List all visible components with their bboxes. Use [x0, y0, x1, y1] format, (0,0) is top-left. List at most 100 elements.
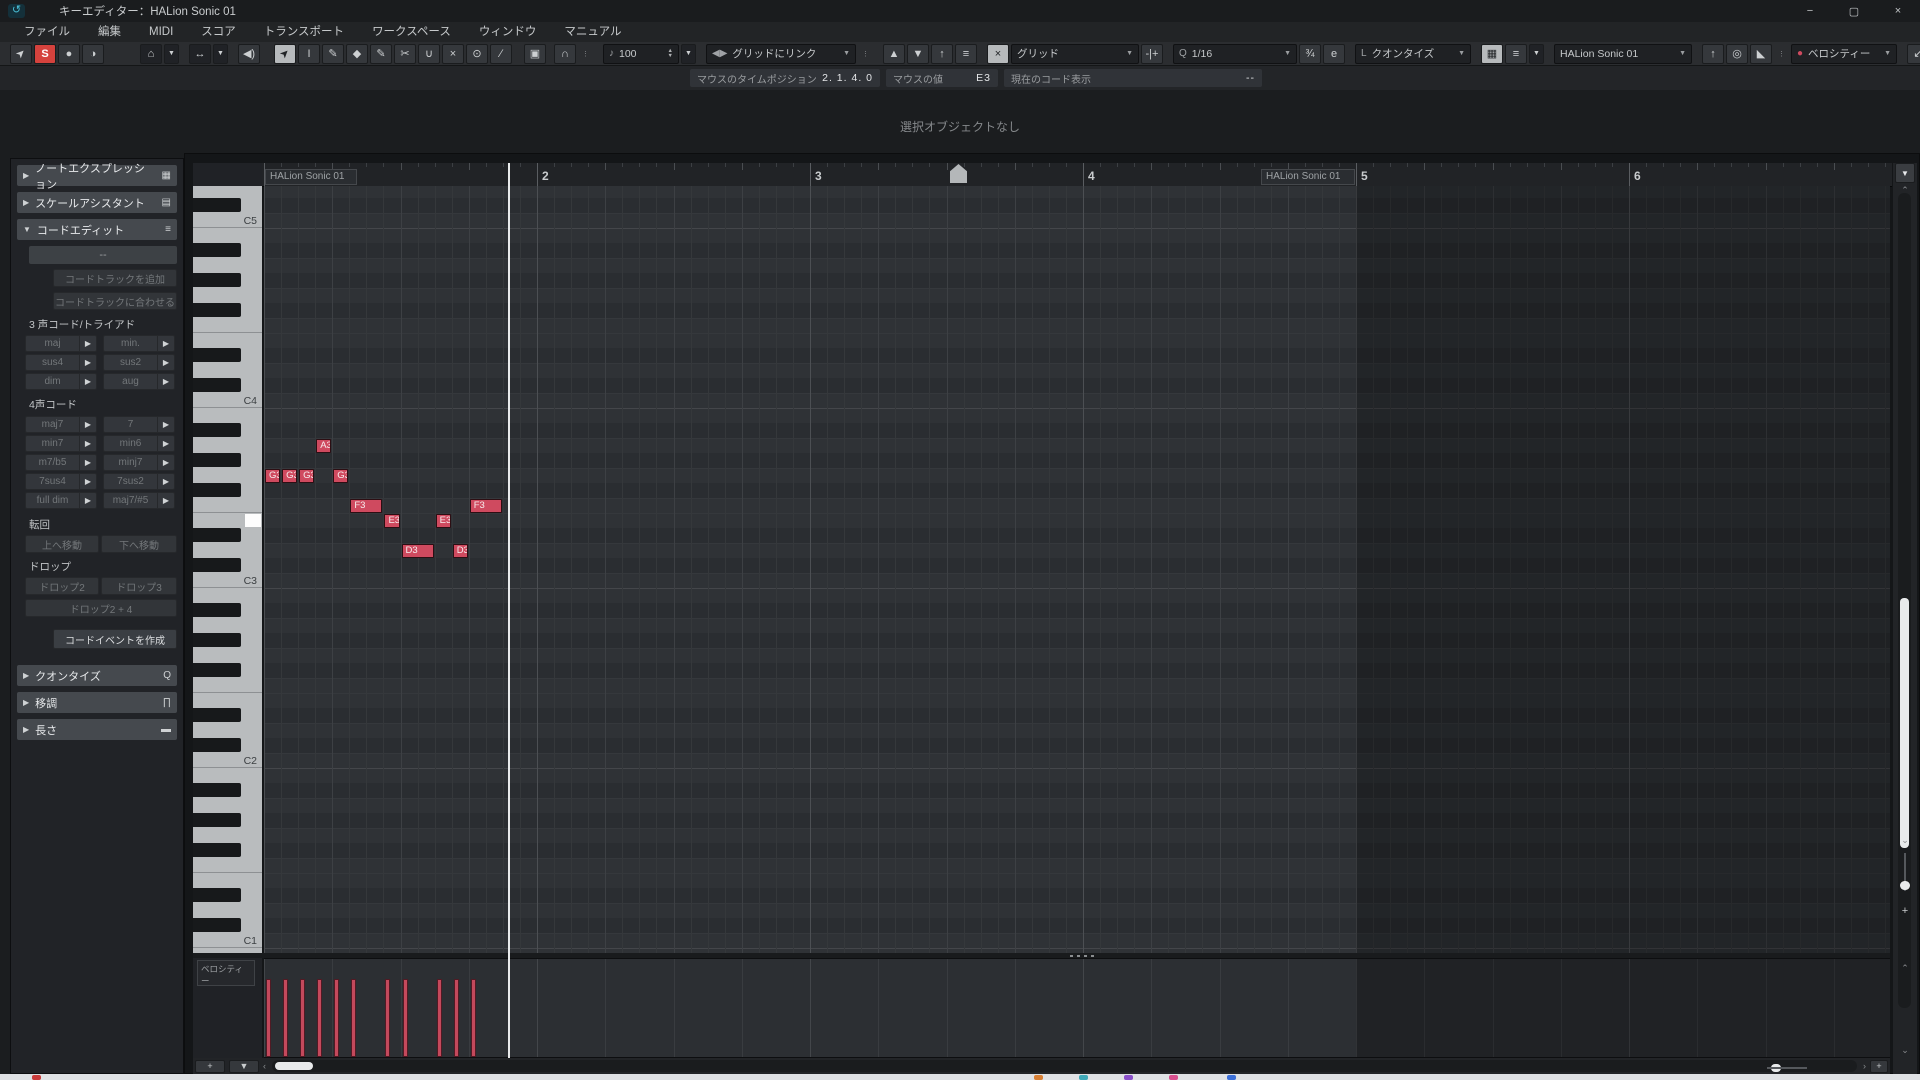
- piano-key-row[interactable]: [193, 483, 262, 498]
- black-key[interactable]: [193, 243, 241, 257]
- piano-key-row[interactable]: [193, 918, 262, 933]
- vertical-zoom-in-button[interactable]: +: [1893, 905, 1917, 917]
- velocity-bar-5[interactable]: [351, 979, 356, 1057]
- mute-tool[interactable]: ×: [442, 44, 464, 64]
- midi-note-G3-0[interactable]: G3: [265, 469, 280, 483]
- acoustic-feedback-button[interactable]: ◑: [82, 44, 104, 64]
- input-options-dots[interactable]: ⋮: [1774, 44, 1789, 64]
- menu-1[interactable]: ファイル: [10, 22, 84, 42]
- inspector-header-1[interactable]: ▶ノートエクスプレッション▦: [17, 165, 177, 186]
- menu-6[interactable]: ワークスペース: [358, 22, 465, 42]
- velocity-bar-10[interactable]: [471, 979, 476, 1057]
- play-chord-icon[interactable]: ▶: [157, 355, 174, 370]
- piano-key-row[interactable]: [193, 303, 262, 318]
- minimize-button[interactable]: −: [1788, 0, 1832, 22]
- divider-grip-icon[interactable]: [1070, 955, 1096, 957]
- step-input-button[interactable]: ↑: [1702, 44, 1724, 64]
- black-key[interactable]: [193, 303, 241, 317]
- play-chord-icon[interactable]: ▶: [157, 474, 174, 489]
- insert-velocity-combo-spinner-icon[interactable]: ▲▼: [668, 49, 673, 59]
- speaker-button[interactable]: ◀): [238, 44, 260, 64]
- insert-velocity-combo[interactable]: ♪100▲▼: [603, 44, 679, 64]
- autoscroll-button[interactable]: ↔: [189, 44, 211, 64]
- grid-display-button[interactable]: -|+: [1141, 44, 1163, 64]
- lane-scroll-down-icon[interactable]: ⌄: [1893, 1045, 1917, 1056]
- part-name-tag-end[interactable]: HALion Sonic 01: [1261, 169, 1355, 185]
- controller-lane-label[interactable]: ベロシティー: [197, 960, 255, 986]
- snap-type-combo[interactable]: グリッド▼: [1011, 44, 1139, 64]
- play-chord-icon[interactable]: ▶: [157, 417, 174, 432]
- black-key[interactable]: [193, 888, 241, 902]
- add-chord-track-button[interactable]: コードトラックを追加: [53, 269, 177, 287]
- midi-note-F3-5[interactable]: F3: [350, 499, 382, 513]
- transpose-down-button[interactable]: ▼: [907, 44, 929, 64]
- horizontal-zoom-slider[interactable]: [1767, 1067, 1807, 1069]
- inspector-header-6[interactable]: ▶長さ▬: [17, 719, 177, 740]
- velocity-bar-2[interactable]: [300, 979, 305, 1057]
- midi-note-D3-9[interactable]: D3: [453, 544, 468, 558]
- event-move-mode-button[interactable]: ≡: [1505, 44, 1527, 64]
- horizontal-scrollbar-thumb[interactable]: [275, 1062, 313, 1070]
- inspector-header-3[interactable]: ▼コードエディット≡: [17, 219, 177, 240]
- move-down-button[interactable]: 下へ移動: [101, 535, 177, 553]
- inspector-header-2[interactable]: ▶スケールアシスタント▤: [17, 192, 177, 213]
- chord-minj7[interactable]: minj7▶: [103, 454, 175, 471]
- midi-note-G3-2[interactable]: G3: [299, 469, 314, 483]
- piano-key-row[interactable]: [193, 378, 262, 393]
- piano-key-row[interactable]: [193, 588, 262, 603]
- timeline-ruler[interactable]: 23456HALion Sonic 01HALion Sonic 01: [262, 163, 1892, 187]
- piano-key-row[interactable]: [193, 498, 262, 513]
- zoom-preset-dropdown[interactable]: ▼: [1895, 163, 1915, 183]
- black-key[interactable]: [193, 783, 241, 797]
- piano-key-row[interactable]: [193, 273, 262, 288]
- play-chord-icon[interactable]: ▶: [79, 417, 96, 432]
- midi-note-A3-3[interactable]: A3: [316, 439, 331, 453]
- piano-key-row[interactable]: [193, 663, 262, 678]
- current-chord-display-box[interactable]: --: [29, 246, 177, 264]
- transpose-up-button[interactable]: ▲: [883, 44, 905, 64]
- trim-tool[interactable]: I: [298, 44, 320, 64]
- piano-key-row[interactable]: [193, 798, 262, 813]
- play-chord-icon[interactable]: ▶: [157, 436, 174, 451]
- piano-key-row[interactable]: [193, 603, 262, 618]
- quantize-preset-combo[interactable]: Q1/16▼: [1173, 44, 1297, 64]
- midi-note-E3-6[interactable]: E3: [384, 514, 399, 528]
- length-quantize-combo[interactable]: Lクオンタイズ▼: [1355, 44, 1471, 64]
- project-cursor-line[interactable]: [508, 163, 510, 1058]
- play-chord-icon[interactable]: ▶: [79, 474, 96, 489]
- piano-key-row[interactable]: [193, 873, 262, 888]
- drop-2-button[interactable]: ドロップ2: [25, 577, 99, 595]
- menu-5[interactable]: トランスポート: [250, 22, 358, 42]
- part-name-tag-start[interactable]: HALion Sonic 01: [265, 169, 357, 185]
- taskbar-icon[interactable]: [1124, 1075, 1133, 1080]
- record-in-editor-button[interactable]: ●: [58, 44, 80, 64]
- split-tool[interactable]: ✂: [394, 44, 416, 64]
- play-chord-icon[interactable]: ▶: [157, 374, 174, 389]
- midi-note-E3-8[interactable]: E3: [436, 514, 451, 528]
- loop-options-dots[interactable]: ⋮: [578, 44, 593, 64]
- acoustic-pin-button[interactable]: ➤: [10, 44, 32, 64]
- black-key[interactable]: [193, 663, 241, 677]
- midi-note-G3-4[interactable]: G3: [333, 469, 348, 483]
- chord-sus2[interactable]: sus2▶: [103, 354, 175, 371]
- event-move-dropdown[interactable]: ▼: [1529, 44, 1544, 64]
- velocity-bar-4[interactable]: [334, 979, 339, 1057]
- chord-7[interactable]: 7▶: [103, 416, 175, 433]
- taskbar-icon[interactable]: [32, 1075, 41, 1080]
- piano-key-row[interactable]: [193, 888, 262, 903]
- piano-key-row[interactable]: [193, 363, 262, 378]
- play-chord-icon[interactable]: ▶: [79, 336, 96, 351]
- piano-keyboard[interactable]: C5C4C3C2C1: [193, 186, 262, 953]
- controller-lane-preset-dropdown[interactable]: ▼: [229, 1060, 259, 1073]
- velocity-bar-7[interactable]: [403, 979, 408, 1057]
- highlighted-key[interactable]: [245, 514, 261, 527]
- iterative-quantize-button[interactable]: ¾: [1299, 44, 1321, 64]
- menu-3[interactable]: MIDI: [135, 22, 187, 42]
- piano-key-row[interactable]: [193, 198, 262, 213]
- autoscroll-dropdown[interactable]: ▼: [213, 44, 228, 64]
- velocity-bar-1[interactable]: [283, 979, 288, 1057]
- piano-key-row[interactable]: [193, 903, 262, 918]
- play-chord-icon[interactable]: ▶: [157, 455, 174, 470]
- chord-min.[interactable]: min.▶: [103, 335, 175, 352]
- chord-7sus4[interactable]: 7sus4▶: [25, 473, 97, 490]
